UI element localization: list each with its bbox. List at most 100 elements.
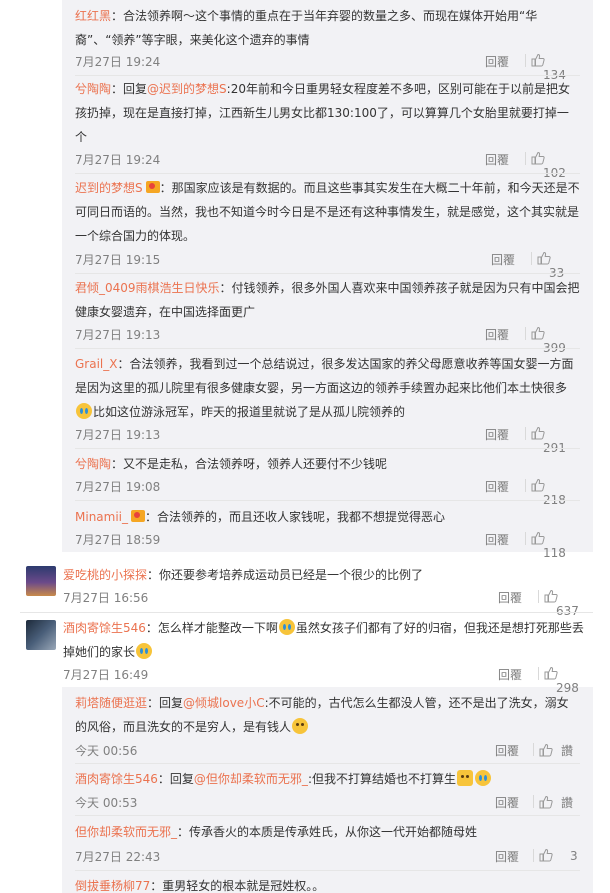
username-link[interactable]: Minamii_: [75, 510, 128, 524]
mention-link[interactable]: @倾城love小C: [183, 696, 265, 710]
comment-meta: 7月27日 19:13 回覆 291: [75, 426, 580, 455]
crying-emoji-icon: [474, 770, 491, 786]
reply-button[interactable]: 回覆: [485, 478, 509, 495]
comment-meta: 今天 00:56 回覆 讚: [75, 742, 580, 758]
comment-meta: 7月27日 19:24 回覆 102: [75, 151, 580, 180]
smile-emoji-icon: [292, 718, 309, 734]
sub-comment: 兮陶陶：又不是走私，合法领养呀，领养人还要付不少钱呢 7月27日 19:08 回…: [75, 452, 580, 507]
reply-button[interactable]: 回覆: [485, 326, 509, 343]
reply-button[interactable]: 回覆: [485, 426, 509, 443]
comment: 爱吃桃的小探探：你还要参考培养成运动员已经是一个很少的比例了 7月27日 16:…: [63, 563, 593, 618]
sub-comment: 迟到的梦想S ：那国家应该是有数据的。而且这些事其实发生在大概二十年前，和今天还是…: [75, 176, 580, 280]
comment-meta: 7月27日 18:59 回覆 118: [75, 531, 580, 560]
like-label: 讚: [561, 744, 574, 758]
reply-button[interactable]: 回覆: [485, 151, 509, 168]
username-link[interactable]: 莉塔随便逛逛: [75, 696, 147, 710]
comment-text: Grail_X：合法领养，我看到过一个总结说过，很多发达国家的养父母愿意收养等国…: [75, 357, 574, 419]
comment-text: 爱吃桃的小探探：你还要参考培养成运动员已经是一个很少的比例了: [63, 568, 424, 582]
thumbs-up-icon: [531, 326, 545, 340]
reply-button[interactable]: 回覆: [495, 848, 519, 865]
timestamp: 今天 00:53: [75, 796, 138, 810]
timestamp: 7月27日 19:08: [75, 480, 161, 494]
comment-meta: 7月27日 19:13 回覆 399: [75, 326, 580, 355]
username-link[interactable]: 迟到的梦想S: [75, 181, 143, 195]
thumbs-up-icon: [531, 531, 545, 545]
comment-text: 迟到的梦想S ：那国家应该是有数据的。而且这些事其实发生在大概二十年前，和今天还是…: [75, 181, 580, 243]
like-button[interactable]: 218: [531, 478, 580, 507]
username-link[interactable]: 倒拔垂杨柳77: [75, 879, 150, 893]
timestamp: 7月27日 19:13: [75, 328, 161, 342]
comment-text: 但你却柔软而无邪_：传承香火的本质是传承姓氏，从你这一代开始都随母姓: [75, 825, 478, 839]
comment-text: 兮陶陶：又不是走私，合法领养呀，领养人还要付不少钱呢: [75, 457, 388, 471]
like-button[interactable]: 讚: [539, 742, 573, 759]
timestamp: 7月27日 18:59: [75, 533, 161, 547]
thumbs-up-icon: [539, 795, 553, 809]
reply-button[interactable]: 回覆: [498, 589, 522, 606]
timestamp: 7月27日 19:24: [75, 55, 161, 69]
reply-button[interactable]: 回覆: [485, 53, 509, 70]
username-link[interactable]: 兮陶陶: [75, 82, 111, 96]
like-count: 118: [543, 546, 566, 560]
like-button[interactable]: 291: [531, 426, 580, 455]
comment: 酒肉寄馀生546：怎么样才能整改一下啊 虽然女孩子们都有了好的归宿，但我还是想打死…: [63, 616, 593, 695]
thumbs-up-icon: [531, 478, 545, 492]
username-link[interactable]: 红红黑: [75, 9, 111, 23]
reply-button[interactable]: 回覆: [495, 742, 519, 759]
username-link[interactable]: 酒肉寄馀生546: [63, 621, 146, 635]
like-count: 3: [570, 849, 578, 863]
like-button[interactable]: 3: [539, 848, 578, 863]
comment-text: 兮陶陶：回复@迟到的梦想S:20年前和今日重男轻女程度差不多吧，区别可能在于以前…: [75, 82, 570, 144]
comment-meta: 7月27日 22:43 回覆 3: [75, 848, 580, 864]
thumbs-up-icon: [544, 666, 558, 680]
comment-text: 酒肉寄馀生546：怎么样才能整改一下啊 虽然女孩子们都有了好的归宿，但我还是想打死…: [63, 619, 584, 659]
like-button[interactable]: 118: [531, 531, 580, 560]
comment-meta: 今天 00:53 回覆 讚: [75, 794, 580, 810]
crying-emoji-icon: [136, 643, 153, 659]
weibo-comment-thread: 红红黑：合法领养啊～这个事情的重点在于当年弃婴的数量之多、而现在媒体开始用“华裔…: [0, 0, 610, 893]
comment-text: 酒肉寄馀生546：回复@但你却柔软而无邪_:但我不打算结婚也不打算生: [75, 767, 580, 791]
comment-text: 红红黑：合法领养啊～这个事情的重点在于当年弃婴的数量之多、而现在媒体开始用“华裔…: [75, 9, 538, 47]
thumbs-up-icon: [544, 589, 558, 603]
mention-link[interactable]: @迟到的梦想S: [147, 82, 227, 96]
thumbs-up-icon: [531, 426, 545, 440]
timestamp: 7月27日 19:15: [75, 253, 161, 267]
avatar[interactable]: [26, 620, 56, 650]
username-link[interactable]: 爱吃桃的小探探: [63, 568, 147, 582]
sub-comment: 倒拔垂杨柳77：重男轻女的根本就是冠姓权。。: [75, 874, 580, 893]
timestamp: 7月27日 16:56: [63, 591, 149, 605]
like-button[interactable]: 637: [544, 589, 593, 618]
username-link[interactable]: 但你却柔软而无邪_: [75, 825, 177, 839]
comment-meta: 7月27日 19:15 回覆 33: [75, 251, 580, 280]
sub-comment: 莉塔随便逛逛：回复@倾城love小C:不可能的，古代怎么生都没人管，还不是出了洗…: [75, 691, 580, 758]
reply-button[interactable]: 回覆: [491, 251, 515, 268]
like-button[interactable]: 讚: [539, 794, 573, 811]
sub-comment: 兮陶陶：回复@迟到的梦想S:20年前和今日重男轻女程度差不多吧，区别可能在于以前…: [75, 77, 580, 180]
username-link[interactable]: Grail_X: [75, 357, 117, 371]
sub-comment: 君倾_0409雨棋浩生日快乐：付钱领养，很多外国人喜欢来中国领养孩子就是因为只有…: [75, 276, 580, 355]
sub-comment: Minamii_ ：合法领养的，而且还收人家钱呢，我都不想提觉得恶心 7月27日 …: [75, 505, 580, 560]
like-button[interactable]: 399: [531, 326, 580, 355]
reply-button[interactable]: 回覆: [498, 666, 522, 683]
reply-button[interactable]: 回覆: [495, 794, 519, 811]
like-label: 讚: [561, 796, 574, 810]
username-link[interactable]: 兮陶陶: [75, 457, 111, 471]
timestamp: 7月27日 19:24: [75, 153, 161, 167]
comment-meta: 7月27日 19:08 回覆 218: [75, 478, 580, 507]
mention-link[interactable]: @但你却柔软而无邪_: [194, 772, 308, 786]
comment-text: Minamii_ ：合法领养的，而且还收人家钱呢，我都不想提觉得恶心: [75, 510, 446, 524]
person-emoji-icon: [456, 770, 473, 786]
comment-meta: 7月27日 16:49 回覆 298: [63, 666, 593, 695]
crying-emoji-icon: [278, 619, 295, 635]
reply-button[interactable]: 回覆: [485, 531, 509, 548]
username-link[interactable]: 酒肉寄馀生546: [75, 772, 158, 786]
avatar[interactable]: [26, 566, 56, 596]
thumbs-up-icon: [539, 848, 553, 862]
crying-emoji-icon: [76, 403, 92, 419]
username-link[interactable]: 君倾_0409雨棋浩生日快乐: [75, 281, 220, 295]
thumbs-up-icon: [531, 53, 545, 67]
thumbs-up-icon: [537, 251, 551, 265]
sub-comment: Grail_X：合法领养，我看到过一个总结说过，很多发达国家的养父母愿意收养等国…: [75, 352, 580, 455]
thumbs-up-icon: [531, 151, 545, 165]
timestamp: 今天 00:56: [75, 744, 138, 758]
comment-text: 倒拔垂杨柳77：重男轻女的根本就是冠姓权。。: [75, 879, 325, 893]
